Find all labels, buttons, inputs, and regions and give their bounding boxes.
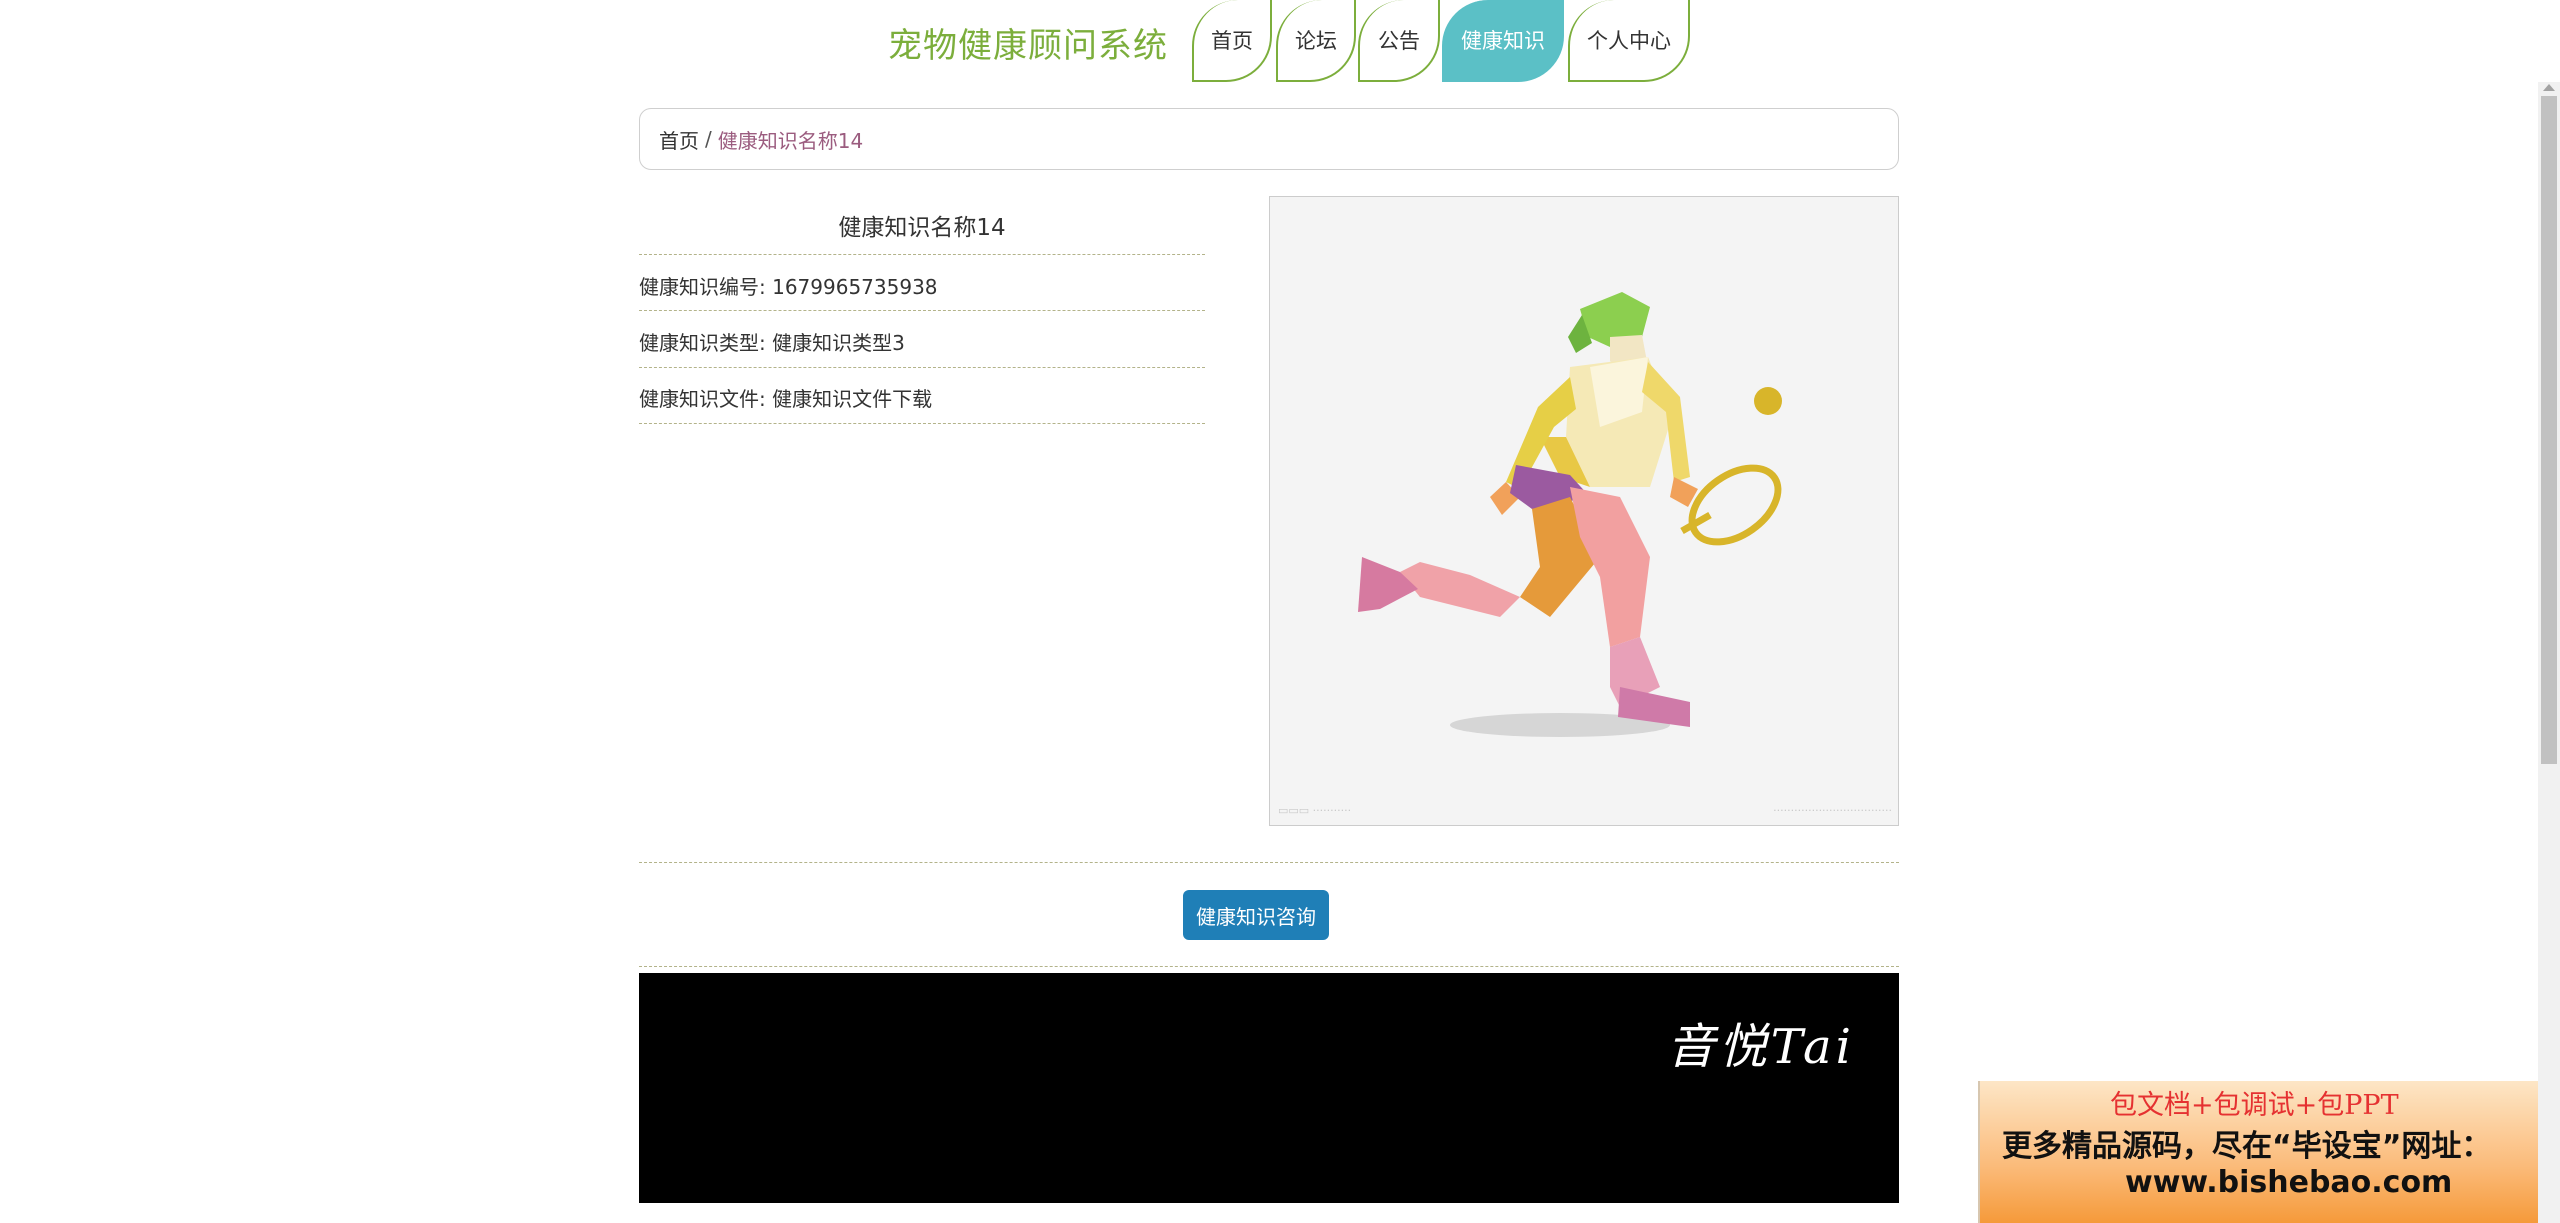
divider xyxy=(639,423,1205,424)
nav-tab-home[interactable]: 首页 xyxy=(1192,0,1272,82)
detail-row-file: 健康知识文件: 健康知识文件下载 xyxy=(639,383,932,412)
site-title: 宠物健康顾问系统 xyxy=(888,26,1168,66)
running-tennis-player-icon xyxy=(1358,292,1782,737)
breadcrumb-separator: / xyxy=(705,127,712,151)
video-watermark: 音悦Tai xyxy=(1666,1019,1855,1075)
divider xyxy=(639,862,1899,863)
consult-button[interactable]: 健康知识咨询 xyxy=(1183,890,1329,940)
image-watermark-left: ▭▭▭ ··········· xyxy=(1278,804,1352,817)
ad-line-1: 包文档+包调试+包PPT xyxy=(2110,1090,2399,1121)
detail-row-id: 健康知识编号: 1679965735938 xyxy=(639,271,938,300)
scroll-up-icon[interactable] xyxy=(2543,84,2555,91)
divider xyxy=(639,310,1205,311)
detail-type-label: 健康知识类型: xyxy=(639,331,766,355)
detail-row-type: 健康知识类型: 健康知识类型3 xyxy=(639,327,905,356)
breadcrumb-current: 健康知识名称14 xyxy=(717,128,864,153)
breadcrumb-home-link[interactable]: 首页 xyxy=(659,125,699,154)
ad-banner[interactable]: 包文档+包调试+包PPT 更多精品源码，尽在“毕设宝”网址： www.bishe… xyxy=(1978,1081,2560,1223)
scrollbar-thumb[interactable] xyxy=(2541,96,2557,764)
ad-line-3[interactable]: www.bishebao.com xyxy=(2125,1165,2452,1200)
detail-file-label: 健康知识文件: xyxy=(639,387,766,411)
nav-tab-personal-center[interactable]: 个人中心 xyxy=(1568,0,1690,82)
detail-id-value: 1679965735938 xyxy=(772,275,938,299)
detail-title: 健康知识名称14 xyxy=(838,215,1006,241)
video-player[interactable]: 音悦Tai xyxy=(639,973,1899,1203)
divider xyxy=(639,966,1899,967)
nav-tab-health-knowledge[interactable]: 健康知识 xyxy=(1442,0,1564,82)
divider xyxy=(639,254,1205,255)
vertical-scrollbar[interactable] xyxy=(2538,82,2560,1223)
nav-tab-forum[interactable]: 论坛 xyxy=(1276,0,1356,82)
image-watermark-right: ·································· xyxy=(1773,804,1892,817)
detail-type-value: 健康知识类型3 xyxy=(772,331,905,355)
divider xyxy=(639,367,1205,368)
knowledge-image: ▭▭▭ ··········· ························… xyxy=(1269,196,1899,826)
ad-line-2: 更多精品源码，尽在“毕设宝”网址： xyxy=(2002,1129,2492,1164)
nav-tab-notice[interactable]: 公告 xyxy=(1358,0,1440,82)
detail-file-download-link[interactable]: 健康知识文件下载 xyxy=(772,387,932,411)
breadcrumb: 首页 / 健康知识名称14 xyxy=(639,108,1899,170)
detail-id-label: 健康知识编号: xyxy=(639,275,766,299)
page: 宠物健康顾问系统 首页 论坛 公告 健康知识 个人中心 首页 / 健康知识名称1… xyxy=(0,0,2560,1223)
